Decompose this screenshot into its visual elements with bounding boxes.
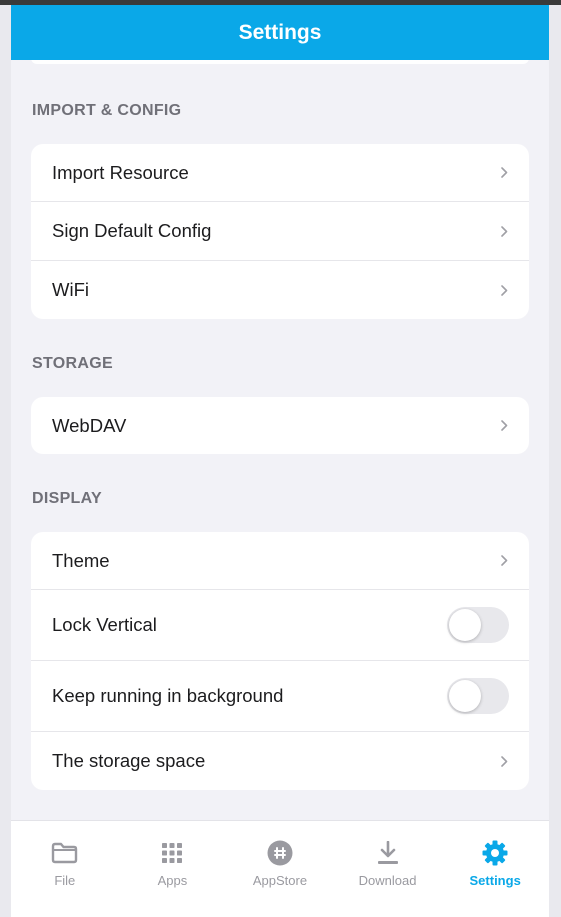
row-import-resource[interactable]: Import Resource (31, 144, 529, 202)
tab-label: Download (358, 873, 417, 888)
tab-download[interactable]: Download (334, 821, 442, 917)
settings-content[interactable]: IMPORT & CONFIG Import Resource Sign Def… (11, 58, 549, 790)
folder-icon (51, 839, 79, 867)
row-theme[interactable]: Theme (31, 532, 529, 590)
page-title: Settings (238, 20, 322, 44)
tab-appstore[interactable]: AppStore (226, 821, 334, 917)
tab-file[interactable]: File (11, 821, 119, 917)
tab-label: Settings (469, 873, 521, 888)
download-icon (374, 839, 402, 867)
row-label: Sign Default Config (52, 220, 212, 241)
row-lock-vertical: Lock Vertical (31, 590, 529, 661)
chevron-right-icon (499, 554, 509, 568)
section-label-import-config: IMPORT & CONFIG (32, 102, 182, 119)
settings-app: Settings IMPORT & CONFIG Import Resource… (11, 5, 549, 917)
appstore-icon (266, 839, 294, 867)
gear-icon (481, 839, 509, 867)
lock-vertical-toggle[interactable] (447, 607, 509, 643)
grid-icon (158, 839, 186, 867)
toggle-knob (449, 609, 481, 641)
row-label: The storage space (52, 750, 206, 771)
tab-settings[interactable]: Settings (441, 821, 549, 917)
tab-label: File (54, 873, 76, 888)
section-label-display: DISPLAY (32, 490, 102, 507)
row-storage-space[interactable]: The storage space (31, 732, 529, 790)
card-storage: WebDAV (31, 397, 529, 454)
row-label: WebDAV (52, 414, 127, 436)
card-import-config: Import Resource Sign Default Config WiFi (31, 144, 529, 319)
tab-apps[interactable]: Apps (119, 821, 227, 917)
row-label: Import Resource (52, 161, 189, 183)
row-wifi[interactable]: WiFi (31, 261, 529, 319)
row-label: WiFi (52, 279, 89, 300)
tab-label: Apps (157, 873, 188, 888)
chevron-right-icon (499, 419, 509, 433)
section-label-storage: STORAGE (32, 355, 113, 372)
chevron-right-icon (499, 283, 509, 297)
row-webdav[interactable]: WebDAV (31, 397, 529, 454)
chevron-right-icon (499, 166, 509, 180)
row-keep-running-background: Keep running in background (31, 661, 529, 732)
chevron-right-icon (499, 754, 509, 768)
row-label: Keep running in background (52, 685, 284, 706)
bottom-tab-bar: File Apps AppStore Download Settings (11, 820, 549, 917)
header-bar: Settings (11, 5, 549, 60)
row-label: Lock Vertical (52, 614, 157, 635)
toggle-knob (449, 680, 481, 712)
tab-label: AppStore (252, 873, 308, 888)
keep-running-toggle[interactable] (447, 678, 509, 714)
chevron-right-icon (499, 224, 509, 238)
card-display: Theme Lock Vertical Keep running in back… (31, 532, 529, 790)
row-sign-default-config[interactable]: Sign Default Config (31, 202, 529, 261)
row-label: Theme (52, 549, 110, 571)
